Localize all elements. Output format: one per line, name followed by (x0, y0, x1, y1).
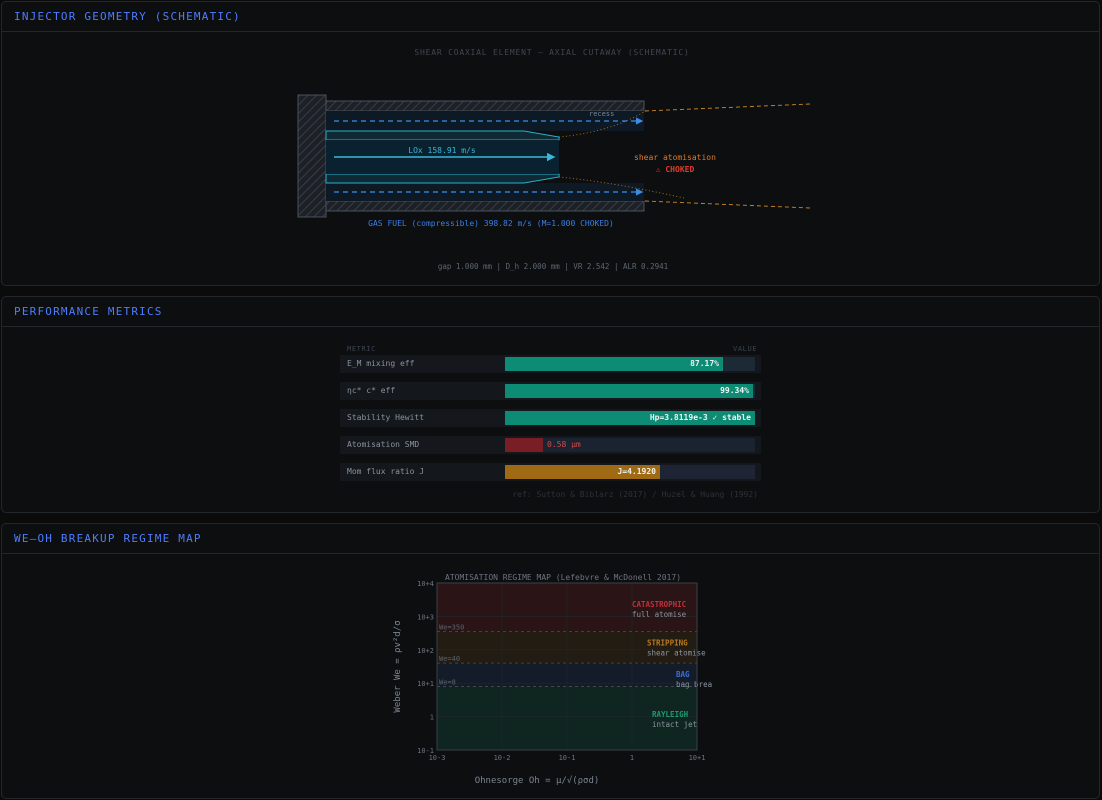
geometry-panel-title: INJECTOR GEOMETRY (SCHEMATIC) (14, 10, 241, 23)
metric-bar-track: J=4.1920 (505, 465, 755, 479)
choked-warning: ⚠ CHOKED (656, 165, 695, 174)
metric-value: 99.34% (720, 386, 749, 395)
regime-panel-header: WE–OH BREAKUP REGIME MAP (2, 524, 1099, 554)
metric-bar-track: Hp=3.8119e-3 ✓ stable (505, 411, 755, 425)
regime-panel: WE–OH BREAKUP REGIME MAP (1, 523, 1100, 799)
metric-label: Mom flux ratio J (347, 467, 425, 476)
diagram-title: SHEAR COAXIAL ELEMENT — AXIAL CUTAWAY (S… (414, 48, 689, 57)
gas-fuel-label: GAS FUEL (compressible) 398.82 m/s (M=1.… (368, 219, 614, 228)
metric-row: ηc* c* eff 99.34% (340, 382, 761, 400)
metric-column-header: METRIC (347, 345, 376, 353)
metrics-panel-title: PERFORMANCE METRICS (14, 305, 163, 318)
metric-bar-fill (505, 384, 753, 398)
geometry-panel-header: INJECTOR GEOMETRY (SCHEMATIC) (2, 2, 1099, 32)
metric-value: J=4.1920 (617, 467, 656, 476)
lox-post-wall-bottom (325, 173, 560, 184)
regime-panel-title: WE–OH BREAKUP REGIME MAP (14, 532, 202, 545)
metric-label: Stability Hewitt (347, 413, 425, 422)
metric-row: Stability Hewitt Hp=3.8119e-3 ✓ stable (340, 409, 761, 427)
spray-cone-top (644, 103, 811, 112)
injector-diagram: SHEAR COAXIAL ELEMENT — AXIAL CUTAWAY (S… (297, 48, 811, 271)
value-column-header: VALUE (733, 345, 758, 353)
metric-label: E_M mixing eff (347, 359, 415, 368)
metric-label: ηc* c* eff (347, 386, 396, 395)
metric-row: Mom flux ratio J J=4.1920 (340, 463, 761, 481)
metric-label: Atomisation SMD (347, 440, 420, 449)
injector-faceplate (297, 94, 327, 218)
metric-value: 0.58 µm (547, 440, 581, 449)
metric-bar-track: 99.34% (505, 384, 755, 398)
lox-velocity-label: LOx 158.91 m/s (408, 146, 476, 155)
outer-wall-bottom (325, 200, 645, 212)
metric-row: Atomisation SMD 0.58 µm (340, 436, 761, 454)
recess-label: recess (589, 110, 614, 118)
metric-bar-track: 87.17% (505, 357, 755, 371)
geometry-panel: INJECTOR GEOMETRY (SCHEMATIC) SHEAR COAX… (1, 1, 1100, 286)
metric-row: E_M mixing eff 87.17% (340, 355, 761, 373)
geometry-footer: gap 1.000 mm | D_h 2.000 mm | VR 2.542 |… (438, 262, 668, 271)
metrics-reference: ref: Sutton & Biblarz (2017) / Huzel & H… (512, 490, 758, 499)
lox-post-wall-top (325, 130, 560, 141)
metrics-panel-header: PERFORMANCE METRICS (2, 297, 1099, 327)
metric-bar-track: 0.58 µm (505, 438, 755, 452)
metric-value: 87.17% (690, 359, 719, 368)
metric-bar-fill (505, 438, 543, 452)
shear-atomisation-label: shear atomisation (634, 153, 716, 162)
metric-value: Hp=3.8119e-3 ✓ stable (649, 413, 751, 422)
spray-cone-bottom (644, 200, 811, 209)
